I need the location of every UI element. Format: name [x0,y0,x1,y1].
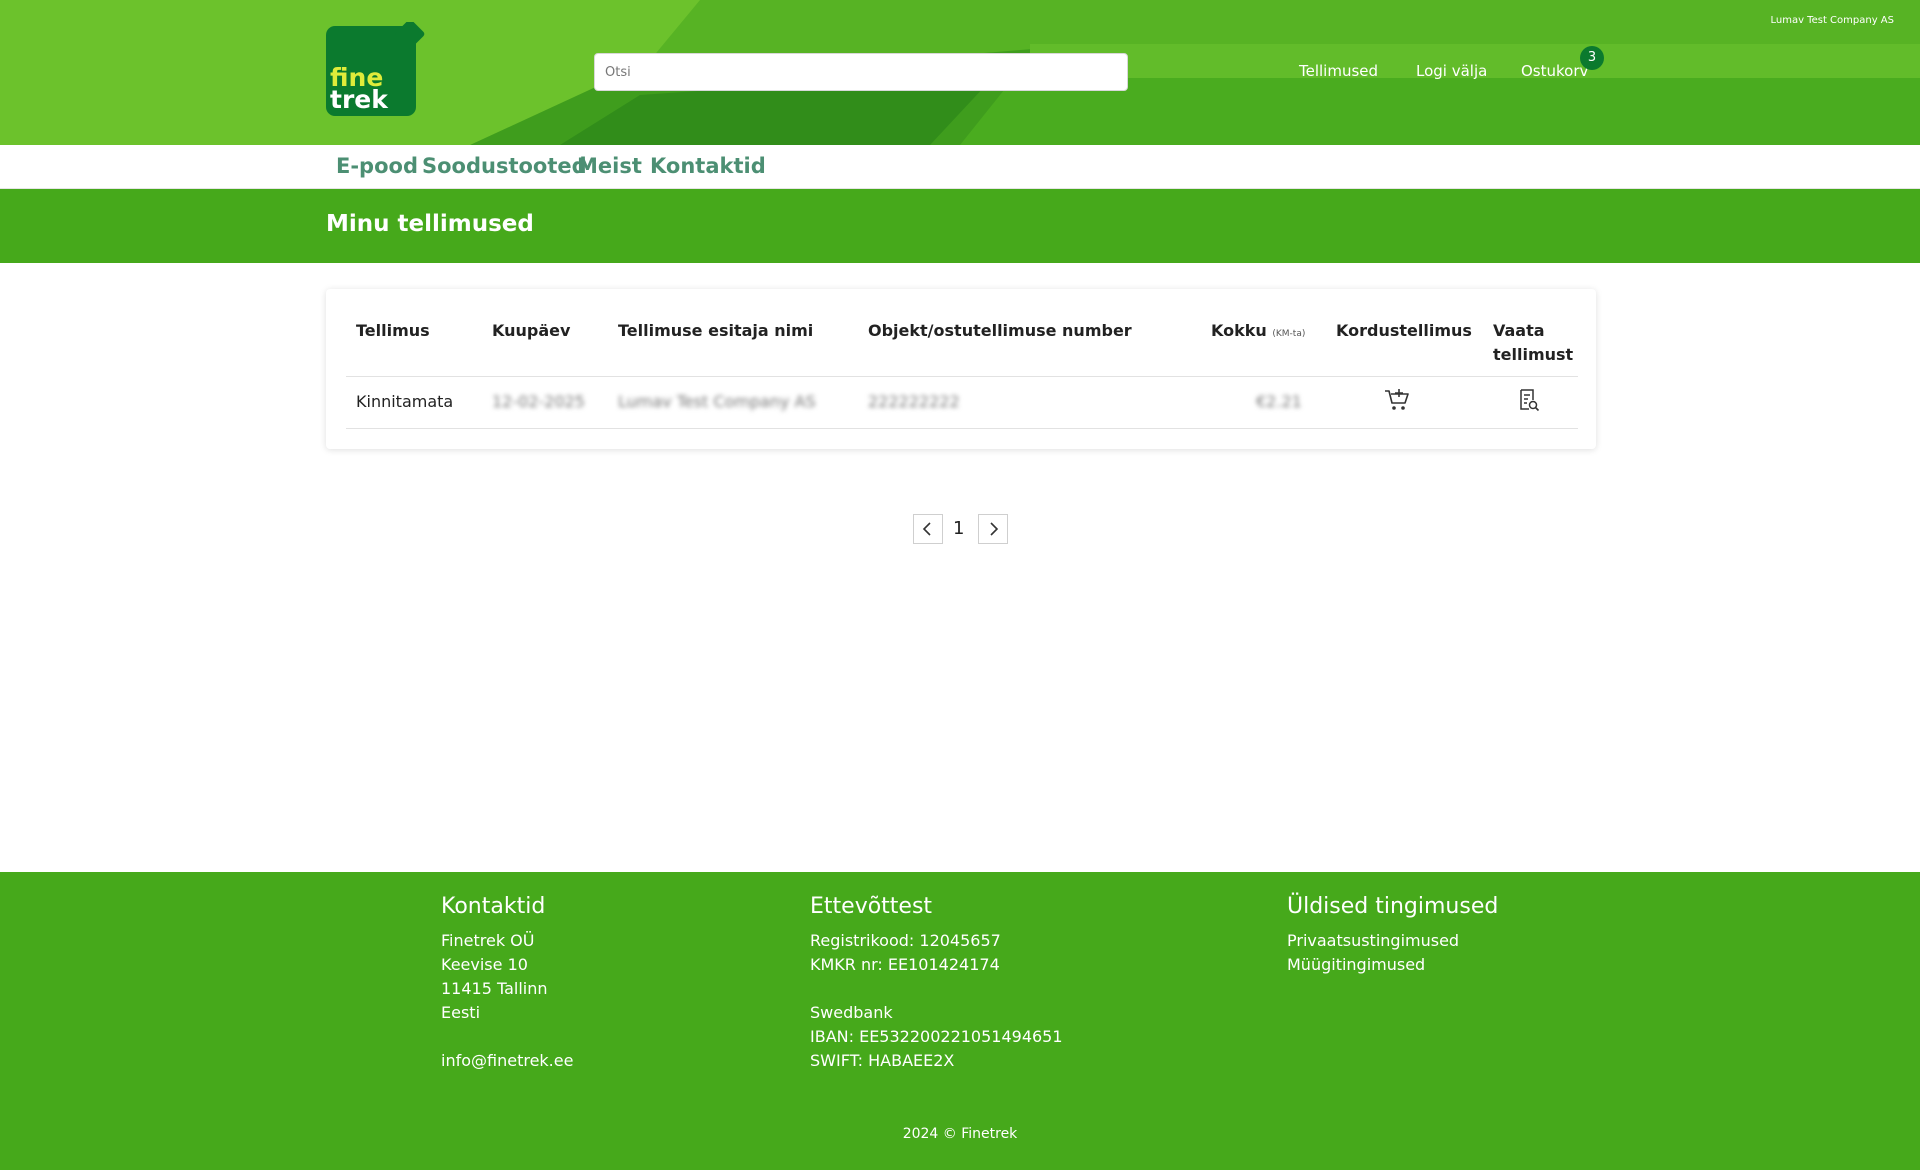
search-input[interactable] [594,53,1128,91]
footer-terms-heading: Üldised tingimused [1287,894,1499,919]
orders-table: Tellimus Kuupäev Tellimuse esitaja nimi … [326,289,1596,449]
logo-text-trek: trek [330,85,389,114]
table-row-divider [346,428,1578,429]
footer-privacy-link[interactable]: Privaatsustingimused [1287,929,1498,953]
footer-copyright: 2024 © Finetrek [902,1126,1018,1142]
site-header: Lumav Test Company AS fine trek Tellimus… [0,0,1920,145]
order-status: Kinnitamata [356,392,454,411]
footer-terms: Üldised tingimused Privaatsustingimused … [1287,894,1498,977]
footer-city: 11415 Tallinn [441,979,548,998]
footer-spacer [441,1025,573,1049]
finetrek-logo[interactable]: fine trek [326,22,436,116]
company-name: Lumav Test Company AS [1770,15,1894,26]
order-object-number: 222222222 [868,392,960,411]
chevron-left-icon [922,522,931,536]
column-header-submitter: Tellimuse esitaja nimi [618,321,814,340]
page-title-band: Minu tellimused [0,189,1920,263]
footer-bank: Swedbank [810,1003,893,1022]
column-header-reorder: Kordustellimus [1336,321,1472,340]
current-page-number[interactable]: 1 [953,518,964,539]
site-footer: Kontaktid Finetrek OÜ Keevise 10 11415 T… [0,872,1920,1170]
column-header-total-note: (KM-ta) [1272,329,1306,339]
prev-page-button[interactable] [913,514,943,544]
order-submitter: Lumav Test Company AS [618,392,816,411]
footer-sales-terms-link[interactable]: Müügitingimused [1287,953,1498,977]
order-total: €2.21 [1256,392,1302,411]
footer-reg-code: Registrikood: 12045657 [810,931,1001,950]
footer-company-name: Finetrek OÜ [441,931,535,950]
footer-vat-number: KMKR nr: EE101424174 [810,955,1000,974]
footer-country: Eesti [441,1003,481,1022]
document-search-icon[interactable] [1518,388,1540,412]
column-header-order: Tellimus [356,321,430,340]
nav-item-discounts[interactable]: Soodustooted [422,154,587,178]
page-title: Minu tellimused [326,211,534,237]
main-nav: E-pood Soodustooted Meist Kontaktid [0,145,1920,189]
column-header-total: Kokku (KM-ta) [1211,319,1305,346]
logout-link[interactable]: Logi välja [1416,62,1487,80]
column-header-view-line2: tellimust [1493,345,1574,364]
footer-street: Keevise 10 [441,955,528,974]
next-page-button[interactable] [978,514,1008,544]
order-date: 12-02-2025 [492,392,585,411]
column-header-total-label: Kokku [1211,321,1267,340]
column-header-view: Vaata tellimust [1493,319,1573,367]
footer-swift: SWIFT: HABAEE2X [810,1051,955,1070]
footer-iban: IBAN: EE532200221051494651 [810,1027,1063,1046]
footer-spacer [810,977,1063,1001]
cart-link[interactable]: Ostukorv [1521,62,1588,80]
cart-count-badge: 3 [1580,46,1604,70]
cart-plus-icon[interactable] [1383,388,1411,412]
column-header-date: Kuupäev [492,321,571,340]
table-header-divider [346,376,1578,377]
chevron-right-icon [990,522,999,536]
column-header-view-line1: Vaata [1493,321,1545,340]
footer-contacts-heading: Kontaktid [441,894,546,919]
footer-contacts: Kontaktid Finetrek OÜ Keevise 10 11415 T… [441,894,573,1073]
nav-item-contacts[interactable]: Kontaktid [650,154,766,178]
nav-item-e-shop[interactable]: E-pood [336,154,418,178]
orders-link[interactable]: Tellimused [1299,62,1378,80]
footer-company-info: Ettevõttest Registrikood: 12045657 KMKR … [810,894,1063,1073]
nav-item-about[interactable]: Meist [577,154,642,178]
footer-email-link[interactable]: info@finetrek.ee [441,1049,573,1073]
column-header-object: Objekt/ostutellimuse number [868,321,1132,340]
footer-company-heading: Ettevõttest [810,894,933,919]
